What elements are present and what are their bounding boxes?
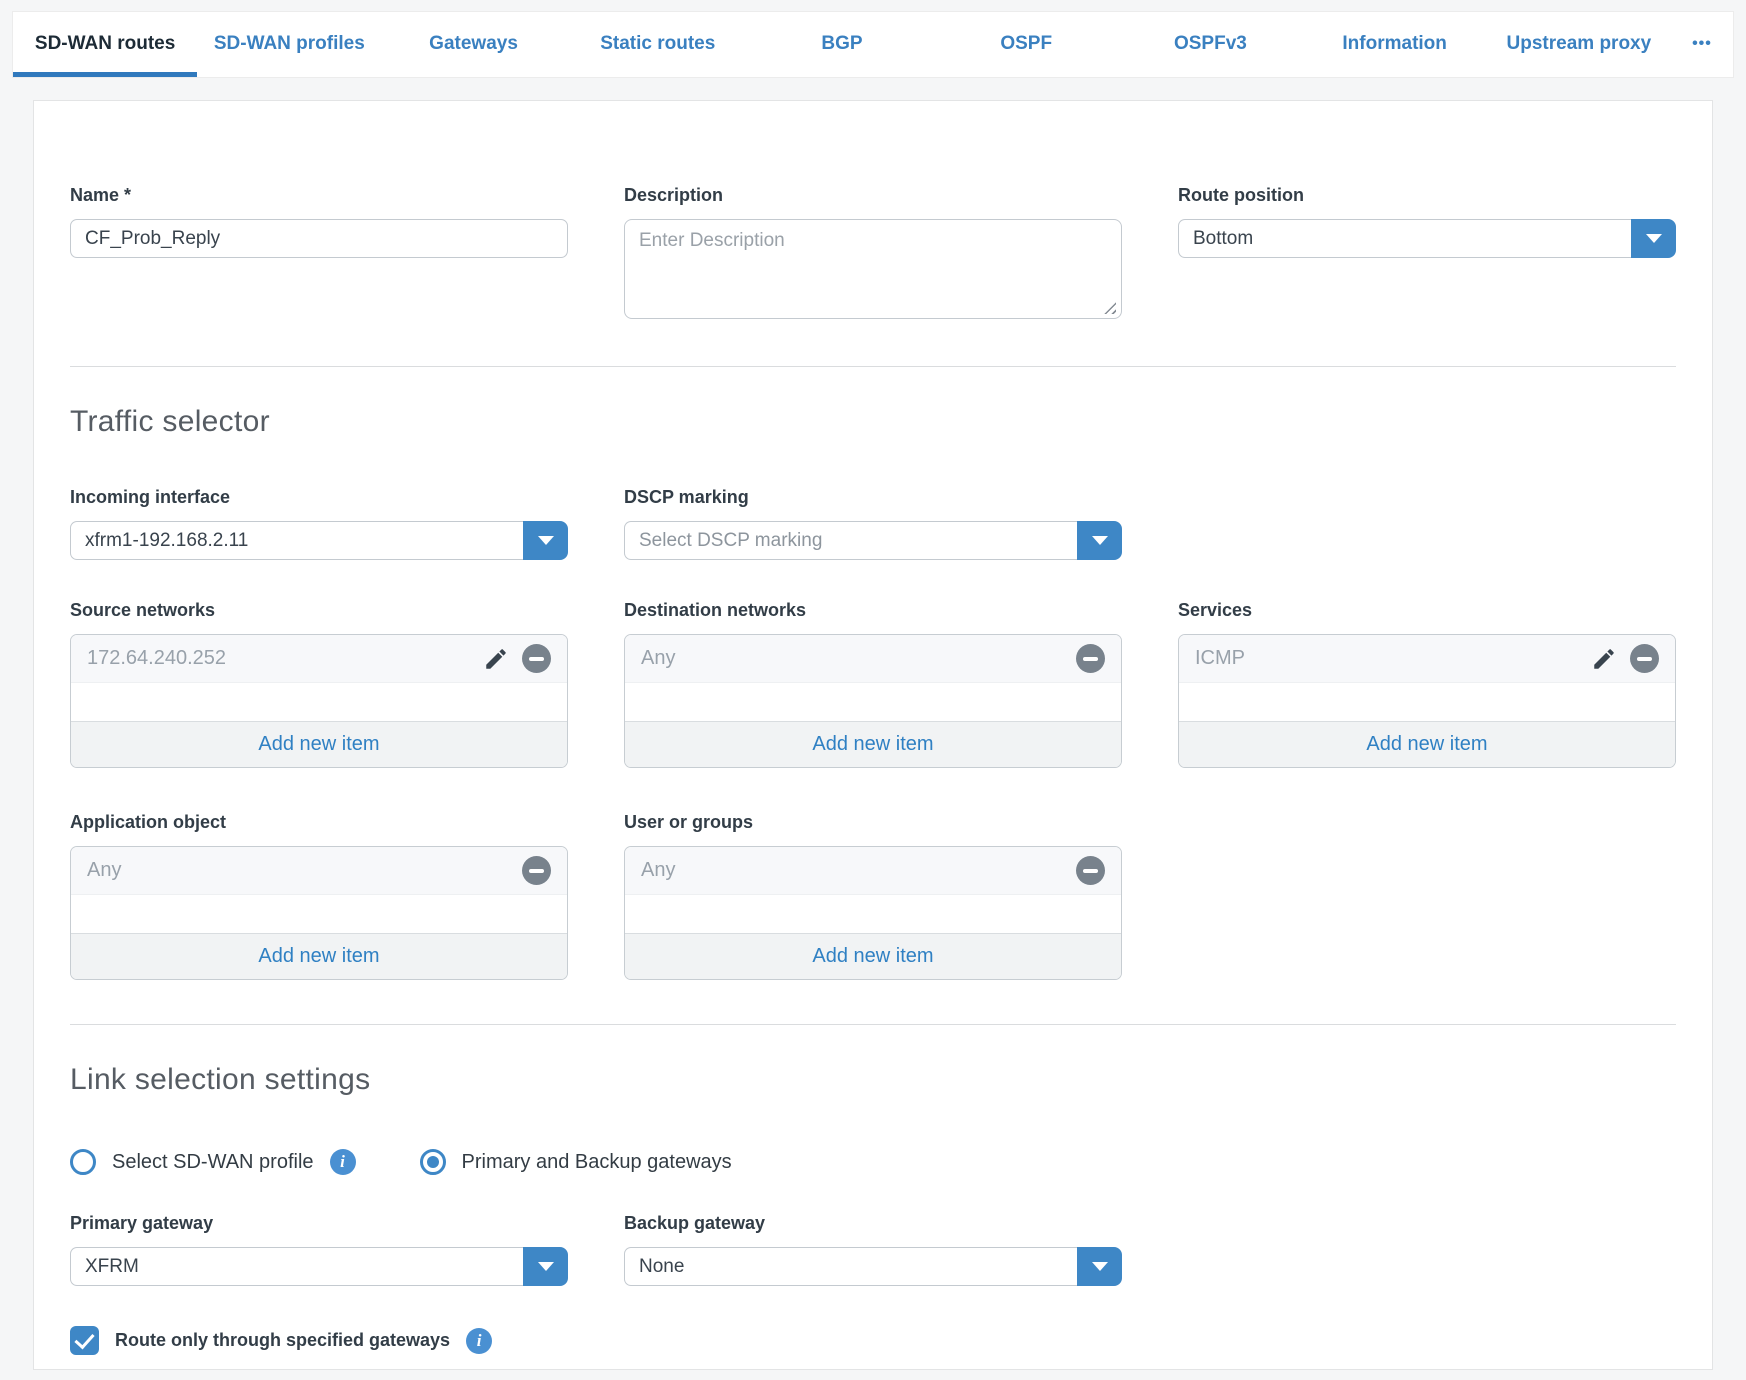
backup-gateway-value: None <box>624 1247 1077 1286</box>
list-item: Any <box>71 847 567 895</box>
incoming-interface-select[interactable]: xfrm1-192.168.2.11 <box>70 521 568 560</box>
route-only-checkbox-label: Route only through specified gateways <box>115 1330 450 1351</box>
more-tabs-icon[interactable]: ••• <box>1671 12 1733 77</box>
name-input[interactable] <box>70 219 568 258</box>
application-object-label: Application object <box>70 812 568 833</box>
list-item: ICMP <box>1179 635 1675 683</box>
traffic-selector-heading: Traffic selector <box>70 405 1676 439</box>
description-label: Description <box>624 185 1122 206</box>
link-selection-heading: Link selection settings <box>70 1063 1676 1097</box>
tab-ospfv3[interactable]: OSPFv3 <box>1118 12 1302 77</box>
edit-pencil-icon[interactable] <box>1591 646 1617 672</box>
list-item: Any <box>625 635 1121 683</box>
general-section: Name * Description Route position Bottom <box>70 185 1676 324</box>
list-spacer <box>625 683 1121 721</box>
remove-item-icon[interactable] <box>522 644 551 673</box>
destination-network-value: Any <box>641 647 675 670</box>
tab-ospf[interactable]: OSPF <box>934 12 1118 77</box>
source-networks-add-button[interactable]: Add new item <box>71 721 567 767</box>
info-icon[interactable]: i <box>466 1328 492 1354</box>
name-label: Name * <box>70 185 568 206</box>
tab-static-routes[interactable]: Static routes <box>566 12 750 77</box>
chevron-down-icon <box>1092 1262 1108 1271</box>
tab-information[interactable]: Information <box>1303 12 1487 77</box>
backup-gateway-label: Backup gateway <box>624 1213 1122 1234</box>
radio-option-sdwan-profile[interactable]: Select SD-WAN profile i <box>70 1149 356 1175</box>
incoming-interface-value: xfrm1-192.168.2.11 <box>70 521 523 560</box>
chevron-down-icon <box>538 1262 554 1271</box>
remove-item-icon[interactable] <box>522 856 551 885</box>
edit-pencil-icon[interactable] <box>483 646 509 672</box>
application-object-value: Any <box>87 859 121 882</box>
primary-gateway-value: XFRM <box>70 1247 523 1286</box>
dscp-marking-placeholder: Select DSCP marking <box>624 521 1077 560</box>
chevron-down-icon <box>1646 234 1662 243</box>
route-position-label: Route position <box>1178 185 1676 206</box>
primary-gateway-dropdown-button[interactable] <box>523 1247 568 1286</box>
application-object-add-button[interactable]: Add new item <box>71 933 567 979</box>
source-networks-label: Source networks <box>70 600 568 621</box>
source-networks-listbox: 172.64.240.252 Add new item <box>70 634 568 768</box>
list-spacer <box>71 895 567 933</box>
tab-upstream-proxy[interactable]: Upstream proxy <box>1487 12 1671 77</box>
list-spacer <box>71 683 567 721</box>
tab-gateways[interactable]: Gateways <box>381 12 565 77</box>
dscp-marking-label: DSCP marking <box>624 487 1122 508</box>
tab-sdwan-routes[interactable]: SD-WAN routes <box>13 12 197 77</box>
route-only-checkbox[interactable] <box>70 1326 99 1355</box>
user-or-groups-listbox: Any Add new item <box>624 846 1122 980</box>
source-network-value: 172.64.240.252 <box>87 647 226 670</box>
services-listbox: ICMP Add new item <box>1178 634 1676 768</box>
services-add-button[interactable]: Add new item <box>1179 721 1675 767</box>
route-position-select[interactable]: Bottom <box>1178 219 1676 258</box>
radio-option-primary-backup[interactable]: Primary and Backup gateways <box>420 1149 732 1175</box>
remove-item-icon[interactable] <box>1630 644 1659 673</box>
primary-gateway-label: Primary gateway <box>70 1213 568 1234</box>
radio-button-checked-icon[interactable] <box>420 1149 446 1175</box>
list-spacer <box>625 895 1121 933</box>
list-item: 172.64.240.252 <box>71 635 567 683</box>
incoming-interface-label: Incoming interface <box>70 487 568 508</box>
user-or-groups-label: User or groups <box>624 812 1122 833</box>
backup-gateway-select[interactable]: None <box>624 1247 1122 1286</box>
radio-label: Select SD-WAN profile <box>112 1151 314 1174</box>
application-object-listbox: Any Add new item <box>70 846 568 980</box>
dscp-marking-select[interactable]: Select DSCP marking <box>624 521 1122 560</box>
section-divider <box>70 1024 1676 1025</box>
remove-item-icon[interactable] <box>1076 856 1105 885</box>
user-or-groups-value: Any <box>641 859 675 882</box>
chevron-down-icon <box>538 536 554 545</box>
route-position-value: Bottom <box>1178 219 1631 258</box>
primary-gateway-select[interactable]: XFRM <box>70 1247 568 1286</box>
user-or-groups-add-button[interactable]: Add new item <box>625 933 1121 979</box>
tab-bgp[interactable]: BGP <box>750 12 934 77</box>
route-position-dropdown-button[interactable] <box>1631 219 1676 258</box>
destination-networks-label: Destination networks <box>624 600 1122 621</box>
sdwan-route-form-card: Name * Description Route position Bottom… <box>33 100 1713 1370</box>
list-item: Any <box>625 847 1121 895</box>
list-spacer <box>1179 683 1675 721</box>
tab-sdwan-profiles[interactable]: SD-WAN profiles <box>197 12 381 77</box>
remove-item-icon[interactable] <box>1076 644 1105 673</box>
radio-button-icon[interactable] <box>70 1149 96 1175</box>
chevron-down-icon <box>1092 536 1108 545</box>
backup-gateway-dropdown-button[interactable] <box>1077 1247 1122 1286</box>
incoming-interface-dropdown-button[interactable] <box>523 521 568 560</box>
dscp-marking-dropdown-button[interactable] <box>1077 521 1122 560</box>
section-divider <box>70 366 1676 367</box>
service-value: ICMP <box>1195 647 1245 670</box>
destination-networks-add-button[interactable]: Add new item <box>625 721 1121 767</box>
services-label: Services <box>1178 600 1676 621</box>
top-tab-bar: SD-WAN routes SD-WAN profiles Gateways S… <box>12 11 1734 78</box>
destination-networks-listbox: Any Add new item <box>624 634 1122 768</box>
description-textarea[interactable] <box>624 219 1122 319</box>
radio-label: Primary and Backup gateways <box>462 1151 732 1174</box>
info-icon[interactable]: i <box>330 1149 356 1175</box>
